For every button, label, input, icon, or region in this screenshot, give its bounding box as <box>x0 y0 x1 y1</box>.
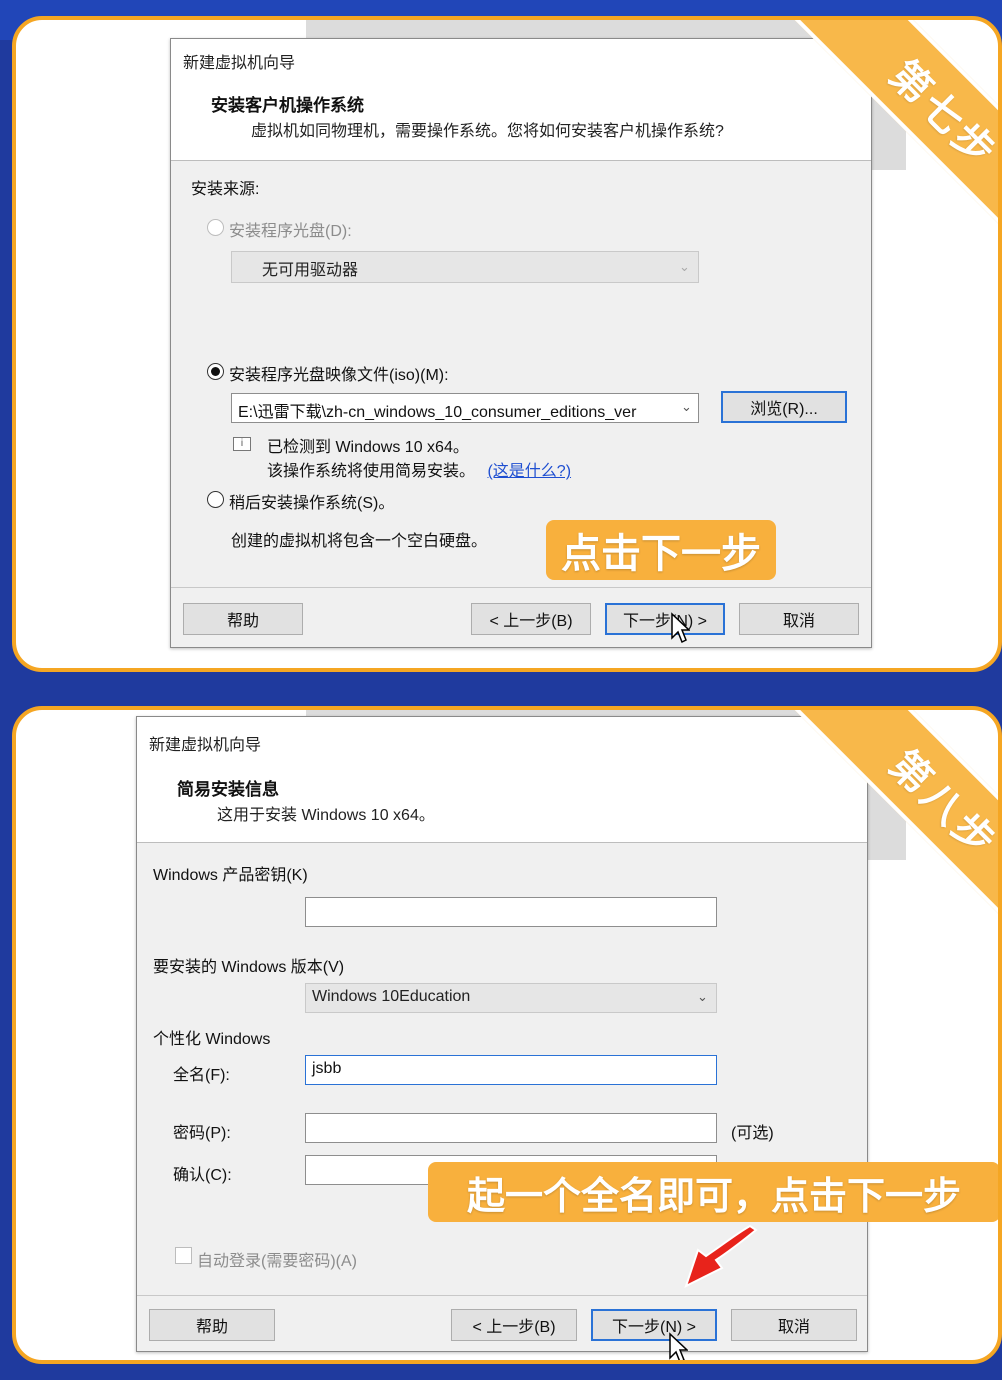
iso-path-value: E:\迅雷下载\zh-cn_windows_10_consumer_editio… <box>238 404 637 421</box>
next-button[interactable]: 下一步(N) > <box>605 603 725 635</box>
next-button[interactable]: 下一步(N) > <box>591 1309 717 1341</box>
product-key-label: Windows 产品密钥(K) <box>153 867 308 884</box>
footer-divider <box>171 587 871 588</box>
windows-version-select[interactable]: Windows 10Education <box>305 983 717 1013</box>
fullname-value: jsbb <box>312 1060 342 1077</box>
chevron-down-icon: ⌄ <box>697 989 708 1004</box>
later-description: 创建的虚拟机将包含一个空白硬盘。 <box>231 533 488 550</box>
windows-version-value: Windows 10Education <box>312 988 471 1005</box>
info-icon: i <box>233 437 251 451</box>
later-radio[interactable] <box>207 491 224 508</box>
disc-option-label: 安装程序光盘(D): <box>229 223 352 240</box>
easy-install-label: 该操作系统将使用简易安装。 <box>267 463 476 480</box>
iso-option-label: 安装程序光盘映像文件(iso)(M): <box>229 367 449 384</box>
step7-panel: 新建虚拟机向导 安装客户机操作系统 虚拟机如同物理机，需要操作系统。您将如何安装… <box>12 16 1002 672</box>
windows-version-label: 要安装的 Windows 版本(V) <box>153 959 345 976</box>
disc-drive-value: 无可用驱动器 <box>262 262 359 279</box>
whats-this-link[interactable]: (这是什么?) <box>487 463 571 480</box>
back-button[interactable]: < 上一步(B) <box>451 1309 577 1341</box>
dialog-title: 新建虚拟机向导 <box>183 55 296 72</box>
help-button[interactable]: 帮助 <box>183 603 303 635</box>
mouse-cursor-icon <box>671 612 690 644</box>
mouse-cursor-icon <box>669 1332 688 1360</box>
confirm-label: 确认(C): <box>173 1167 232 1184</box>
page-heading: 简易安装信息 <box>177 780 279 799</box>
click-next-callout: 点击下一步 <box>546 520 776 580</box>
page-subtitle: 虚拟机如同物理机，需要操作系统。您将如何安装客户机操作系统? <box>251 123 724 140</box>
chevron-down-icon: ⌄ <box>681 399 692 414</box>
iso-path-input[interactable]: E:\迅雷下载\zh-cn_windows_10_consumer_editio… <box>231 393 699 423</box>
step8-panel: 新建虚拟机向导 简易安装信息 这用于安装 Windows 10 x64。 Win… <box>12 706 1002 1364</box>
cancel-button[interactable]: 取消 <box>739 603 859 635</box>
product-key-input[interactable]: - - - - <box>305 897 717 927</box>
footer-divider <box>137 1295 867 1296</box>
browse-button[interactable]: 浏览(R)... <box>721 391 847 423</box>
later-option-label: 稍后安装操作系统(S)。 <box>229 495 395 512</box>
easy-install-text: 该操作系统将使用简易安装。 (这是什么?) <box>267 457 571 481</box>
chevron-down-icon: ⌄ <box>679 259 690 274</box>
page-heading: 安装客户机操作系统 <box>211 96 364 115</box>
dialog-title: 新建虚拟机向导 <box>149 737 262 754</box>
fullname-label: 全名(F): <box>173 1067 230 1084</box>
product-key-value: - - - - <box>487 920 562 926</box>
personalize-label: 个性化 Windows <box>153 1031 271 1048</box>
back-button[interactable]: < 上一步(B) <box>471 603 591 635</box>
page-subtitle: 这用于安装 Windows 10 x64。 <box>217 807 435 824</box>
detected-os-text: 已检测到 Windows 10 x64。 <box>267 439 469 456</box>
autologin-checkbox[interactable] <box>175 1247 192 1264</box>
disc-radio[interactable] <box>207 219 224 236</box>
fullname-input[interactable]: jsbb <box>305 1055 717 1085</box>
autologin-label: 自动登录(需要密码)(A) <box>197 1253 357 1270</box>
cancel-button[interactable]: 取消 <box>731 1309 857 1341</box>
fullname-next-callout: 起一个全名即可，点击下一步 <box>428 1162 998 1222</box>
install-source-label: 安装来源: <box>191 181 260 198</box>
iso-radio[interactable] <box>207 363 224 380</box>
optional-label: (可选) <box>731 1125 774 1142</box>
password-input[interactable] <box>305 1113 717 1143</box>
password-label: 密码(P): <box>173 1125 231 1142</box>
disc-drive-select[interactable]: 无可用驱动器 <box>231 251 699 283</box>
help-button[interactable]: 帮助 <box>149 1309 275 1341</box>
red-arrow-icon <box>684 1224 758 1288</box>
